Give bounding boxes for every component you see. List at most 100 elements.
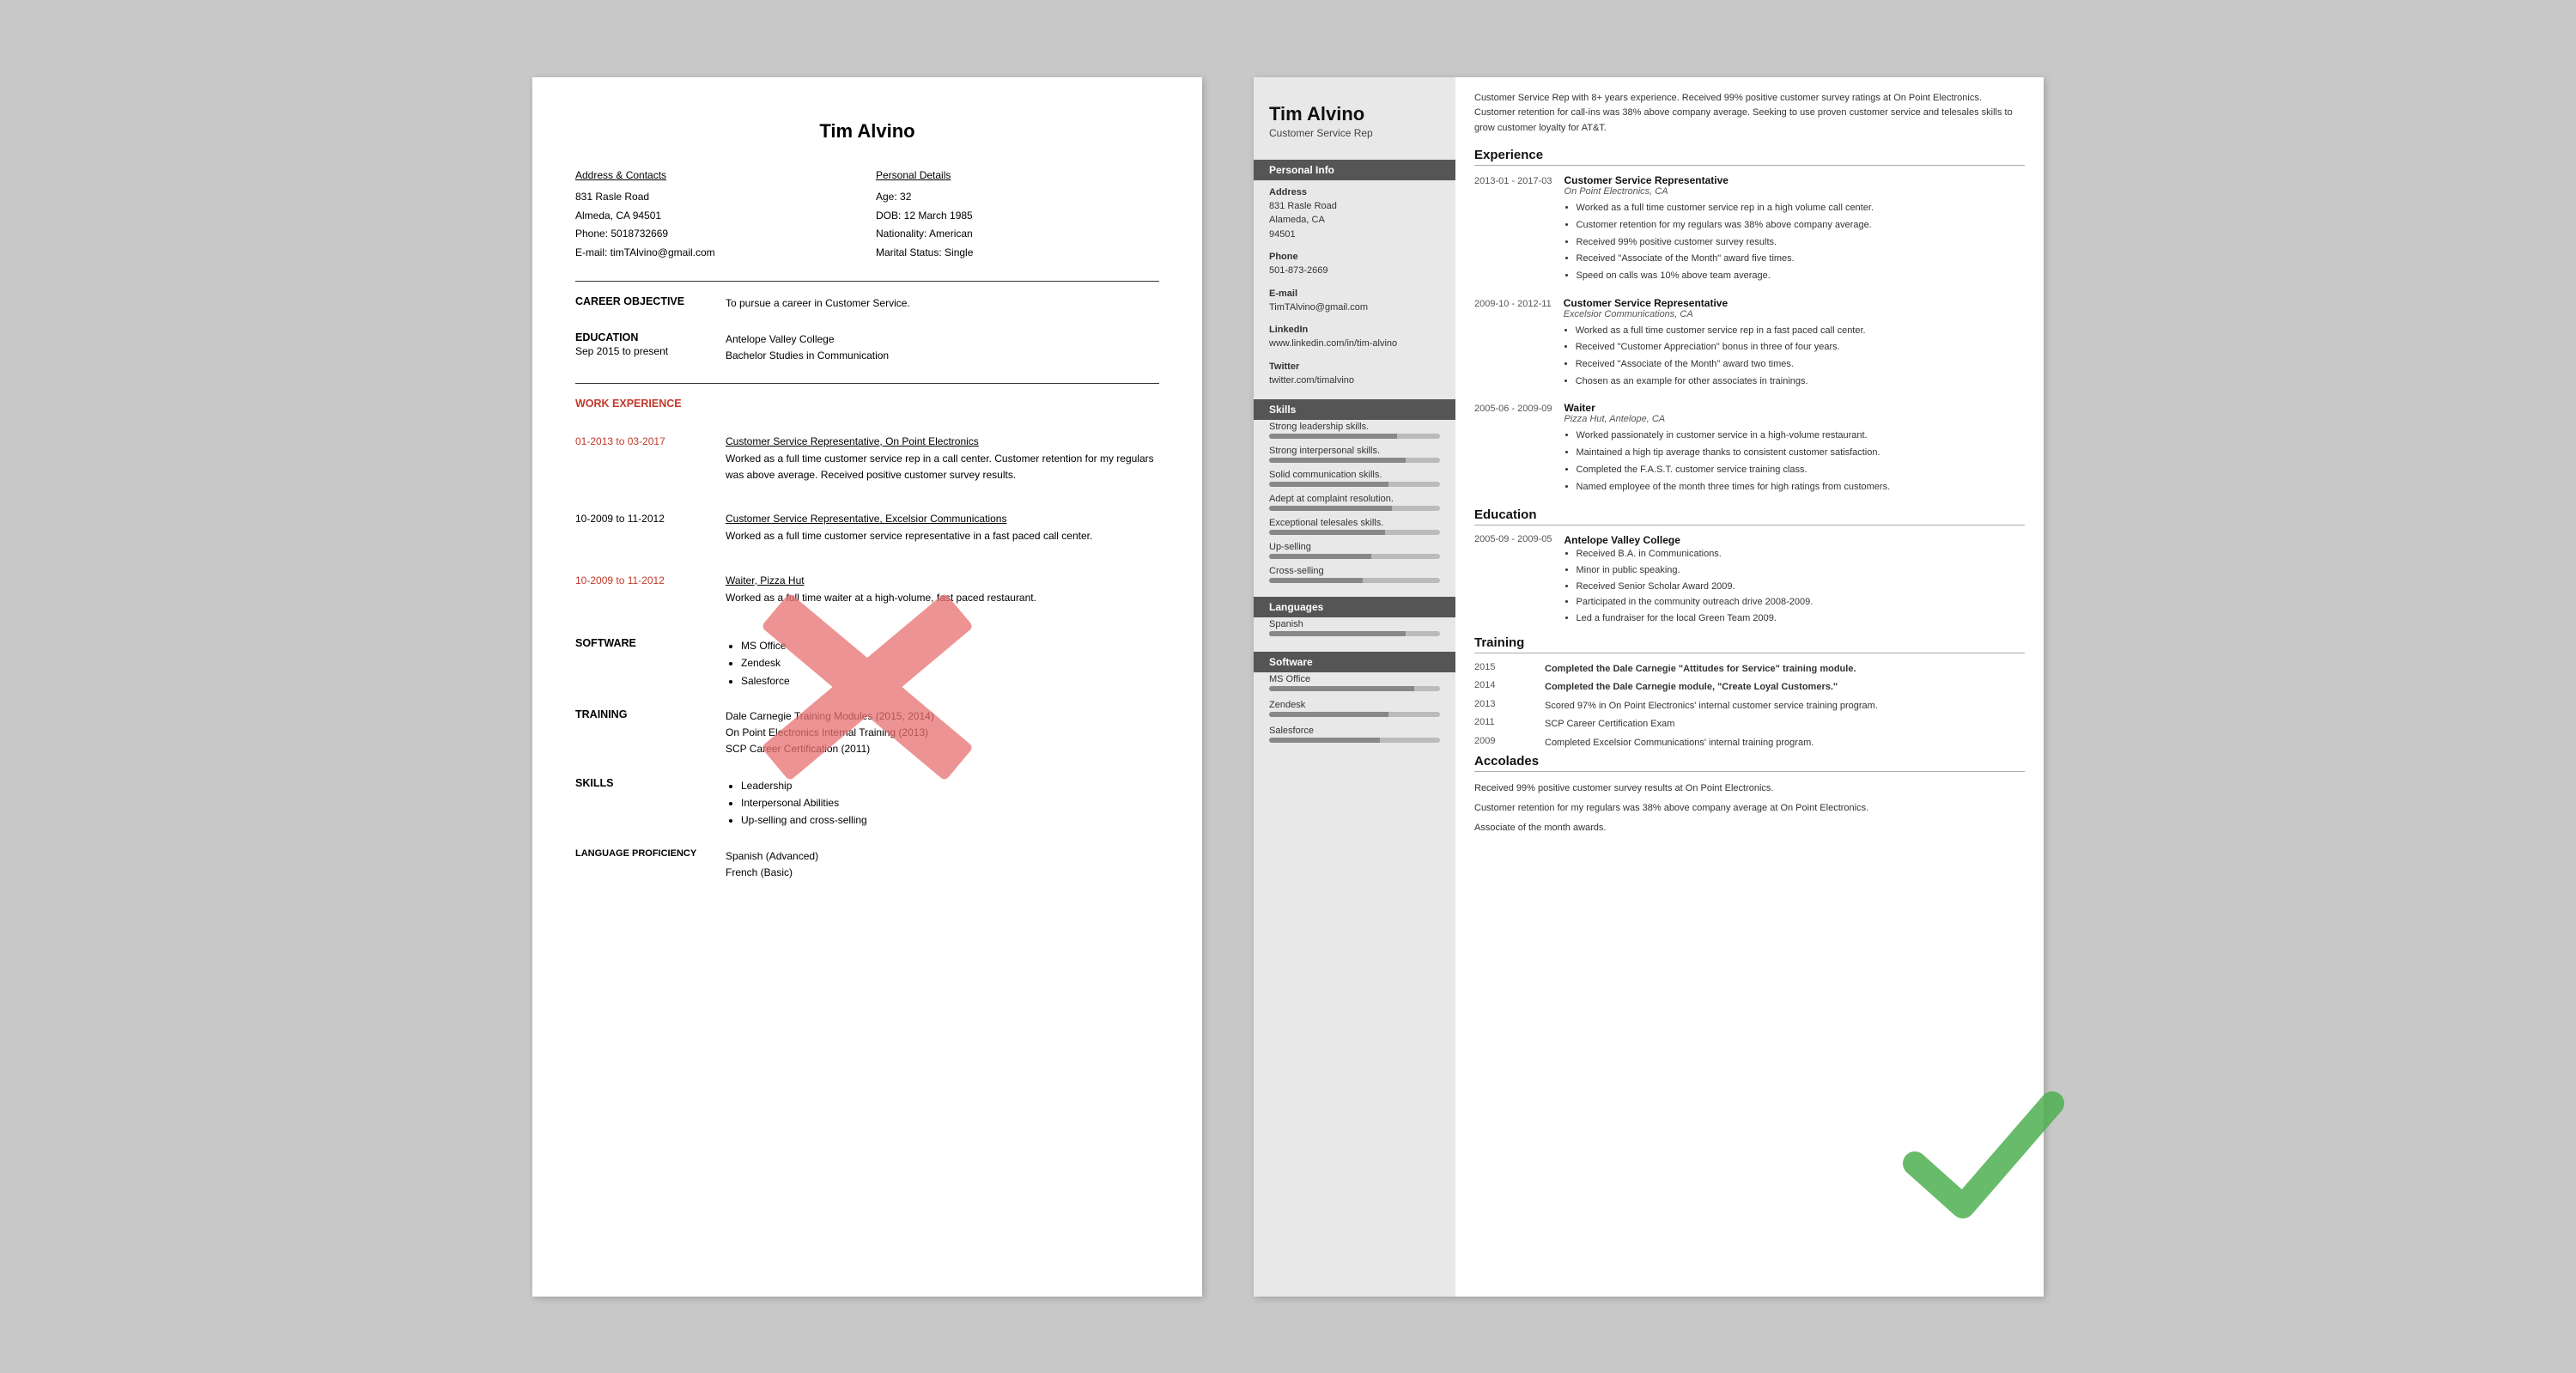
bad-marital: Marital Status: Single bbox=[876, 244, 1159, 263]
bad-exp1-dates: 01-2013 to 03-2017 bbox=[575, 435, 708, 483]
bad-exp3-dates: 10-2009 to 11-2012 bbox=[575, 574, 708, 606]
bad-education-section: EDUCATION Sep 2015 to present Antelope V… bbox=[575, 331, 1159, 364]
skill-label-2: Strong interpersonal skills. bbox=[1269, 446, 1440, 456]
skill-bar-3: Solid communication skills. bbox=[1254, 468, 1455, 492]
bad-language-label: LANGUAGE PROFICIENCY bbox=[575, 848, 708, 881]
bad-exp3-content: Waiter, Pizza Hut Worked as a full time … bbox=[726, 574, 1036, 606]
skill-bar-fill-5 bbox=[1269, 530, 1385, 535]
skill-bar-track-4 bbox=[1269, 506, 1440, 511]
bad-software-section: SOFTWARE MS Office Zendesk Salesforce bbox=[575, 637, 1159, 690]
bad-contact-right: Personal Details Age: 32 DOB: 12 March 1… bbox=[876, 167, 1159, 263]
good-accolades-section-title: Accolades bbox=[1474, 754, 2025, 772]
bad-training-section: TRAINING Dale Carnegie Training Modules … bbox=[575, 708, 1159, 758]
bad-edu-content: Antelope Valley College Bachelor Studies… bbox=[726, 331, 889, 364]
skill-bar-track-2 bbox=[1269, 458, 1440, 463]
good-exp2-title: Customer Service Representative bbox=[1564, 297, 1866, 309]
sw-bar-track-2 bbox=[1269, 712, 1440, 717]
bad-contact-right-title: Personal Details bbox=[876, 167, 1159, 185]
skill-bar-track-7 bbox=[1269, 578, 1440, 583]
bad-sw-1: MS Office bbox=[741, 637, 790, 654]
skill-bar-2: Strong interpersonal skills. bbox=[1254, 444, 1455, 468]
skill-bar-1: Strong leadership skills. bbox=[1254, 420, 1455, 444]
sw-bar-fill-2 bbox=[1269, 712, 1388, 717]
bad-software-content: MS Office Zendesk Salesforce bbox=[726, 637, 790, 690]
good-exp-1: 2013-01 - 2017-03 Customer Service Repre… bbox=[1474, 174, 2025, 284]
skill-bar-track-3 bbox=[1269, 482, 1440, 487]
bad-lang-2: French (Basic) bbox=[726, 865, 818, 881]
bad-exp2-title: Customer Service Representative, Excelsi… bbox=[726, 513, 1092, 525]
sidebar-skills-header: Skills bbox=[1254, 399, 1455, 420]
good-exp2-dates: 2009-10 - 2012-11 bbox=[1474, 297, 1552, 391]
skill-bar-fill-4 bbox=[1269, 506, 1392, 511]
skill-bar-fill-1 bbox=[1269, 434, 1397, 439]
sw-label-3: Salesforce bbox=[1269, 726, 1440, 736]
bad-software-label: SOFTWARE bbox=[575, 637, 708, 690]
bad-tr-3: SCP Career Certification (2011) bbox=[726, 741, 934, 757]
bad-edu-school: Antelope Valley College bbox=[726, 331, 889, 348]
skill-bar-fill-7 bbox=[1269, 578, 1363, 583]
good-tr-3: 2013 Scored 97% in On Point Electronics'… bbox=[1474, 699, 2025, 714]
sw-label-1: MS Office bbox=[1269, 674, 1440, 684]
resume-sidebar: Tim Alvino Customer Service Rep Personal… bbox=[1254, 77, 1455, 1297]
good-exp1-company: On Point Electronics, CA bbox=[1564, 186, 1874, 197]
bad-edu-degree: Bachelor Studies in Communication bbox=[726, 348, 889, 364]
sidebar-linkedin-value: www.linkedin.com/in/tim-alvino bbox=[1254, 337, 1455, 355]
good-exp2-b2: Received "Customer Appreciation" bonus i… bbox=[1576, 339, 1866, 355]
good-resume-subtitle: Customer Service Rep bbox=[1254, 127, 1455, 151]
good-accolade-1: Received 99% positive customer survey re… bbox=[1474, 781, 2025, 797]
lang-bar-track-1 bbox=[1269, 631, 1440, 636]
good-exp-2: 2009-10 - 2012-11 Customer Service Repre… bbox=[1474, 297, 2025, 391]
good-edu1-bullets: Received B.A. in Communications. Minor i… bbox=[1564, 546, 1814, 626]
skill-bar-7: Cross-selling bbox=[1254, 564, 1455, 588]
skill-label-7: Cross-selling bbox=[1269, 566, 1440, 576]
skill-bar-track-5 bbox=[1269, 530, 1440, 535]
bad-skill-2: Interpersonal Abilities bbox=[741, 794, 867, 811]
bad-skills-section: SKILLS Leadership Interpersonal Abilitie… bbox=[575, 777, 1159, 829]
skill-bar-track-1 bbox=[1269, 434, 1440, 439]
bad-exp-3: 10-2009 to 11-2012 Waiter, Pizza Hut Wor… bbox=[575, 574, 1159, 606]
good-tr4-year: 2011 bbox=[1474, 717, 1533, 732]
good-training-section-title: Training bbox=[1474, 635, 2025, 653]
bad-tr-1: Dale Carnegie Training Modules (2015, 20… bbox=[726, 708, 934, 725]
good-exp2-b3: Received "Associate of the Month" award … bbox=[1576, 356, 1866, 373]
good-exp3-bullets: Worked passionately in customer service … bbox=[1564, 428, 1891, 495]
skill-label-5: Exceptional telesales skills. bbox=[1269, 518, 1440, 528]
sw-bar-2: Zendesk bbox=[1254, 698, 1455, 724]
sidebar-languages-header: Languages bbox=[1254, 597, 1455, 617]
good-tr3-text: Scored 97% in On Point Electronics' inte… bbox=[1545, 699, 1878, 714]
bad-contact-left: Address & Contacts 831 Rasle Road Almeda… bbox=[575, 167, 859, 263]
bad-skill-3: Up-selling and cross-selling bbox=[741, 811, 867, 829]
sw-bar-fill-3 bbox=[1269, 738, 1380, 743]
bad-tr-2: On Point Electronics Internal Training (… bbox=[726, 725, 934, 741]
resume-bad: Tim Alvino Address & Contacts 831 Rasle … bbox=[532, 77, 1202, 1297]
good-exp2-b4: Chosen as an example for other associate… bbox=[1576, 374, 1866, 390]
skill-bar-fill-6 bbox=[1269, 554, 1371, 559]
bad-language-content: Spanish (Advanced) French (Basic) bbox=[726, 848, 818, 881]
bad-edu-dates: Sep 2015 to present bbox=[575, 343, 708, 360]
good-exp1-title: Customer Service Representative bbox=[1564, 174, 1874, 186]
lang-bar-1: Spanish bbox=[1254, 617, 1455, 643]
skill-label-6: Up-selling bbox=[1269, 542, 1440, 552]
bad-career-section: CAREER OBJECTIVE To pursue a career in C… bbox=[575, 295, 1159, 312]
bad-skill-1: Leadership bbox=[741, 777, 867, 794]
bad-training-content: Dale Carnegie Training Modules (2015, 20… bbox=[726, 708, 934, 758]
good-exp1-b1: Worked as a full time customer service r… bbox=[1577, 200, 1874, 216]
skill-label-4: Adept at complaint resolution. bbox=[1269, 494, 1440, 504]
bad-skills-content: Leadership Interpersonal Abilities Up-se… bbox=[726, 777, 867, 829]
good-tr-5: 2009 Completed Excelsior Communications'… bbox=[1474, 736, 2025, 750]
bad-exp-2: 10-2009 to 11-2012 Customer Service Repr… bbox=[575, 513, 1159, 544]
good-exp2-company: Excelsior Communications, CA bbox=[1564, 309, 1866, 319]
good-accolade-3: Associate of the month awards. bbox=[1474, 820, 2025, 836]
bad-exp3-text: Worked as a full time waiter at a high-v… bbox=[726, 590, 1036, 606]
skill-bar-track-6 bbox=[1269, 554, 1440, 559]
bad-career-text: To pursue a career in Customer Service. bbox=[726, 295, 910, 312]
sidebar-address-label: Address bbox=[1254, 180, 1455, 199]
sw-bar-track-3 bbox=[1269, 738, 1440, 743]
good-exp3-b1: Worked passionately in customer service … bbox=[1577, 428, 1891, 444]
bad-address-line2: Almeda, CA 94501 bbox=[575, 207, 859, 226]
bad-lang-1: Spanish (Advanced) bbox=[726, 848, 818, 865]
good-exp1-b5: Speed on calls was 10% above team averag… bbox=[1577, 268, 1874, 284]
skill-label-1: Strong leadership skills. bbox=[1269, 422, 1440, 432]
good-exp1-b2: Customer retention for my regulars was 3… bbox=[1577, 217, 1874, 234]
good-tr-2: 2014 Completed the Dale Carnegie module,… bbox=[1474, 680, 2025, 695]
